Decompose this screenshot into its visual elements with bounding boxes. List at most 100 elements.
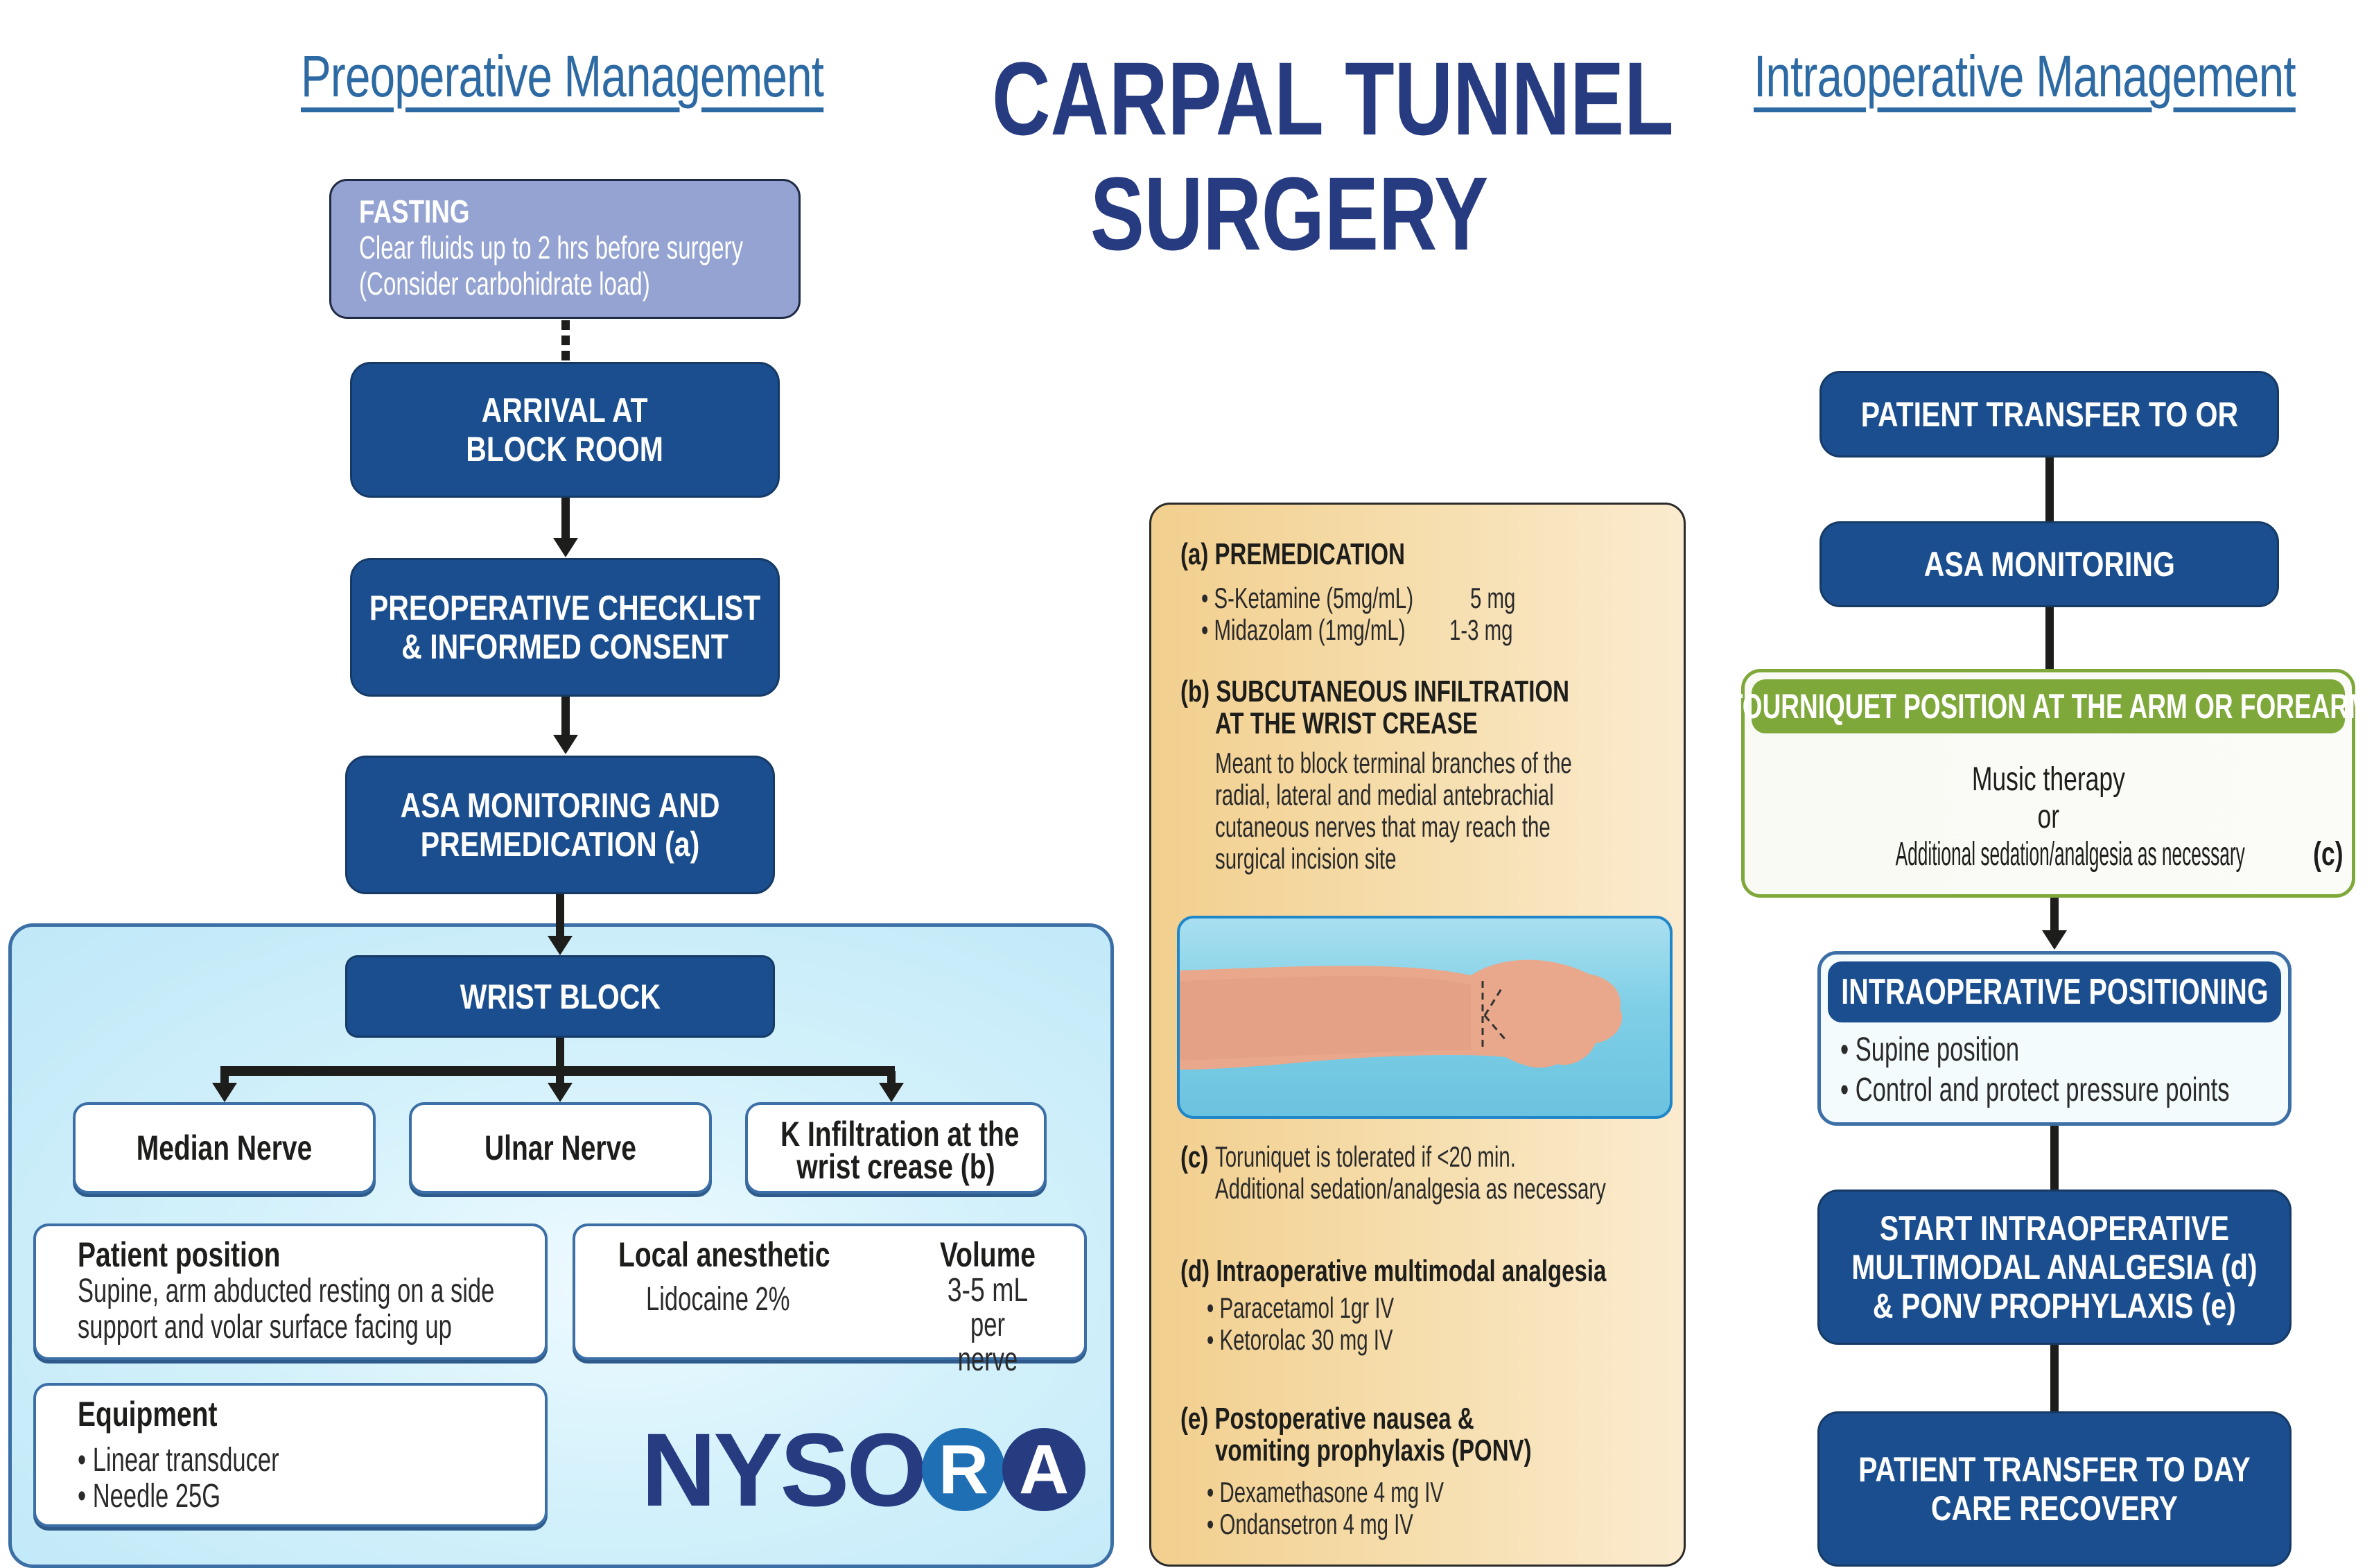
asa-monitoring-box: ASA MONITORING — [1819, 521, 2279, 607]
notes-panel: (a) PREMEDICATION • S-Ketamine (5mg/mL) … — [1149, 503, 1686, 1567]
dotted-connector — [561, 320, 570, 330]
arrow-down-icon — [548, 936, 573, 955]
checklist-line1: PREOPERATIVE CHECKLIST — [369, 589, 761, 627]
fasting-title: FASTING — [359, 193, 470, 229]
dotted-connector — [561, 351, 570, 360]
start-analgesia-line2: MULTIMODAL ANALGESIA (d) — [1851, 1248, 2258, 1287]
note-d-item: • Ketorolac 30 mg IV — [1207, 1323, 1393, 1356]
nysora-logo: NYSO R A — [641, 1411, 1086, 1528]
volume-title: Volume — [940, 1235, 1036, 1274]
asa-premed-line1: ASA MONITORING AND — [400, 786, 720, 825]
asa-premedication-box: ASA MONITORING AND PREMEDICATION (a) — [345, 756, 775, 894]
fasting-line2: (Consider carbohidrate load) — [359, 265, 650, 302]
local-anesthetic-box: Local anesthetic Lidocaine 2% Volume 3-5… — [573, 1223, 1087, 1377]
median-nerve-label: Median Nerve — [136, 1129, 313, 1167]
connector-line — [2045, 607, 2054, 670]
forearm-illustration — [1180, 959, 1623, 1070]
connector-line — [2050, 1126, 2059, 1190]
tourniquet-header: TOURNIQUET POSITION AT THE ARM OR FOREAR… — [1727, 679, 2370, 733]
logo-r-circle: R — [922, 1428, 1006, 1511]
wrist-block-box: WRIST BLOCK — [345, 955, 775, 1038]
equipment-item: • Linear transducer — [78, 1442, 279, 1479]
wrist-block-title: WRIST BLOCK — [460, 977, 661, 1016]
note-b-body: surgical incision site — [1215, 842, 1397, 875]
logo-a-circle: A — [1002, 1428, 1086, 1511]
patient-position-line2: support and volar surface facing up — [78, 1309, 452, 1345]
note-b-body: cutaneous nerves that may reach the — [1215, 810, 1551, 843]
arrival-line1: ARRIVAL AT — [482, 391, 648, 430]
fasting-box: FASTING Clear fluids up to 2 hrs before … — [329, 179, 801, 319]
note-c-line2: Additional sedation/analgesia as necessa… — [1215, 1172, 1606, 1205]
intraoperative-heading: Intraoperative Management — [1754, 44, 2296, 109]
patient-transfer-or-box: PATIENT TRANSFER TO OR — [1819, 371, 2279, 458]
arrow-down-icon — [879, 1083, 904, 1102]
checklist-line2: & INFORMED CONSENT — [401, 627, 728, 666]
volume-column: Volume 3-5 mL per nerve — [922, 1236, 1054, 1377]
start-analgesia-box: START INTRAOPERATIVE MULTIMODAL ANALGESI… — [1817, 1190, 2292, 1345]
volume-value: 3-5 mL — [947, 1272, 1029, 1309]
preoperative-heading: Preoperative Management — [301, 44, 824, 109]
local-anesthetic-value: Lidocaine 2% — [646, 1281, 790, 1318]
page-title-line1: CARPAL TUNNEL — [992, 40, 1674, 157]
note-c-line1: Toruniquet is tolerated if <20 min. — [1215, 1140, 1516, 1173]
note-e-item: • Ondansetron 4 mg IV — [1207, 1508, 1413, 1540]
note-a-item: • Midazolam (1mg/mL) — [1201, 613, 1406, 646]
connector-line — [2050, 898, 2059, 931]
wrist-photo — [1177, 916, 1673, 1119]
logo-text: NYSO — [641, 1411, 927, 1528]
note-e-item: • Dexamethasone 4 mg IV — [1207, 1476, 1445, 1508]
intraoperative-positioning-box: INTRAOPERATIVE POSITIONING • Supine posi… — [1817, 951, 2292, 1126]
note-a-heading: (a) PREMEDICATION — [1180, 537, 1405, 571]
ulnar-nerve-label: Ulnar Nerve — [485, 1129, 636, 1167]
arrow-down-icon — [548, 1083, 573, 1102]
positioning-header: INTRAOPERATIVE POSITIONING — [1828, 961, 2281, 1022]
asa-monitoring-label: ASA MONITORING — [1923, 545, 2175, 584]
note-b-body: radial, lateral and medial antebrachial — [1215, 778, 1554, 811]
patient-position-title: Patient position — [78, 1235, 281, 1274]
note-e-heading: (e) Postoperative nausea & — [1180, 1402, 1474, 1436]
note-e-heading-line2: vomiting prophylaxis (PONV) — [1215, 1434, 1532, 1467]
connector-line — [556, 894, 564, 937]
tourniquet-line2: or — [2037, 799, 2059, 835]
arrow-down-icon — [2042, 930, 2067, 950]
note-a-dose: 1-3 mg — [1449, 613, 1513, 646]
ulnar-nerve-box: Ulnar Nerve — [409, 1102, 712, 1194]
day-care-recovery-box: PATIENT TRANSFER TO DAY CARE RECOVERY — [1817, 1411, 2292, 1567]
arrow-down-icon — [212, 1083, 237, 1102]
arrow-down-icon — [553, 735, 578, 754]
note-b-heading: (b) SUBCUTANEOUS INFILTRATION — [1180, 674, 1569, 708]
dotted-connector — [561, 336, 570, 345]
equipment-item: • Needle 25G — [78, 1478, 221, 1515]
connector-line — [2045, 458, 2054, 521]
local-anesthetic-title: Local anesthetic — [618, 1235, 830, 1274]
positioning-item: • Supine position — [1840, 1031, 2020, 1068]
connector-line — [561, 697, 570, 736]
arrow-down-icon — [553, 538, 578, 557]
note-a-dose: 5 mg — [1470, 582, 1516, 614]
note-b-heading-line2: AT THE WRIST CREASE — [1215, 706, 1478, 740]
fasting-line1: Clear fluids up to 2 hrs before surgery — [359, 229, 744, 265]
day-care-line2: CARE RECOVERY — [1930, 1489, 2179, 1528]
median-nerve-box: Median Nerve — [73, 1102, 376, 1194]
wrist-crease-infiltration-box: K Infiltration at the wrist crease (b) — [745, 1102, 1047, 1194]
infiltration-line2: wrist crease (b) — [796, 1147, 995, 1187]
arrival-line2: BLOCK ROOM — [466, 430, 664, 469]
start-analgesia-line1: START INTRAOPERATIVE — [1879, 1209, 2230, 1248]
note-d-item: • Paracetamol 1gr IV — [1207, 1291, 1395, 1324]
connector-line — [2050, 1345, 2059, 1411]
connector-line — [561, 498, 570, 539]
patient-position-line1: Supine, arm abducted resting on a side — [78, 1273, 495, 1309]
start-analgesia-line3: & PONV PROPHYLAXIS (e) — [1873, 1287, 2236, 1325]
page-title-line2: SURGERY — [1090, 155, 1489, 272]
positioning-item: • Control and protect pressure points — [1840, 1072, 2230, 1108]
equipment-title: Equipment — [78, 1395, 218, 1434]
note-c-label: (c) — [1180, 1140, 1209, 1174]
tourniquet-box: TOURNIQUET POSITION AT THE ARM OR FOREAR… — [1727, 669, 2370, 898]
arrival-block-room-box: ARRIVAL AT BLOCK ROOM — [350, 362, 780, 498]
patient-position-box: Patient position Supine, arm abducted re… — [33, 1223, 548, 1360]
note-b-body: Meant to block terminal branches of the — [1215, 747, 1572, 779]
equipment-box: Equipment • Linear transducer • Needle 2… — [33, 1383, 548, 1527]
note-d-heading: (d) Intraoperative multimodal analgesia — [1180, 1254, 1607, 1288]
day-care-line1: PATIENT TRANSFER TO DAY — [1858, 1450, 2251, 1489]
transfer-or-label: PATIENT TRANSFER TO OR — [1860, 394, 2238, 434]
